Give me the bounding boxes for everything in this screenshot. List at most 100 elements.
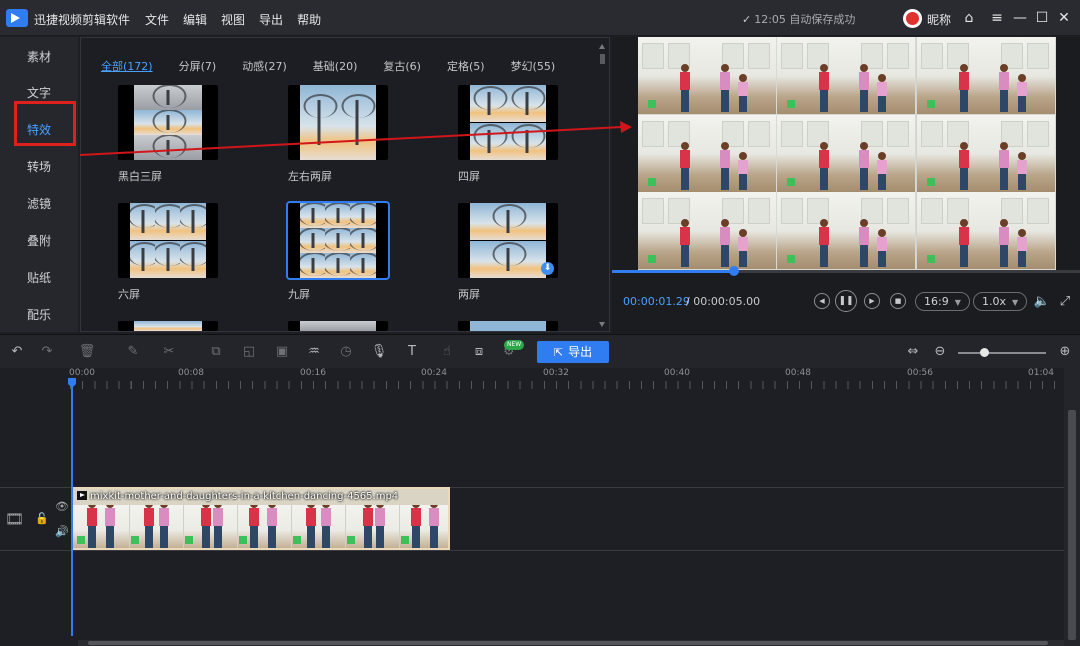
effects-scrollbar-thumb[interactable] (600, 54, 605, 64)
effect-item[interactable]: 六屏 (118, 203, 218, 302)
effect-thumbnail-partial[interactable] (288, 321, 388, 331)
avatar[interactable] (903, 9, 922, 28)
effect-item[interactable]: 黑白三屏 (118, 85, 218, 184)
menu-item-file[interactable]: 文件 (145, 11, 169, 28)
effect-thumbnail-two[interactable]: ⬇ (458, 203, 558, 278)
menu-item-edit[interactable]: 编辑 (183, 11, 207, 28)
playhead[interactable] (71, 378, 73, 636)
zoom-in-icon[interactable]: ⊕ (1056, 343, 1074, 361)
tab-dreamy[interactable]: 梦幻(55) (511, 58, 556, 74)
effect-item[interactable]: 左右两屏 (288, 85, 388, 184)
tab-dynamic[interactable]: 动感(27) (242, 58, 287, 74)
fullscreen-icon[interactable]: ⤢ (1056, 293, 1074, 311)
video-clip[interactable]: mixkit-mother-and-daughters-in-a-kitchen… (71, 487, 450, 550)
scroll-down-icon[interactable] (599, 322, 605, 327)
hamburger-menu-icon[interactable]: ≡ (988, 8, 1006, 28)
split-icon[interactable]: ✂ (160, 343, 178, 361)
effect-thumbnail-bw-three[interactable] (118, 85, 218, 160)
effect-thumbnail-partial[interactable] (458, 321, 558, 331)
export-button[interactable]: ⇱ 导出 (537, 341, 609, 363)
zoom-out-icon[interactable]: ⊖ (931, 343, 949, 361)
picture-in-picture-icon[interactable]: ⧈ (470, 343, 488, 361)
tab-all[interactable]: 全部(172) (101, 58, 153, 74)
sidebar-item-transitions[interactable]: 转场 (0, 158, 78, 175)
sidebar-item-materials[interactable]: 素材 (0, 48, 78, 65)
aspect-ratio-select[interactable]: 16:9 ▼ (915, 292, 970, 311)
effect-thumbnail-nine[interactable] (286, 201, 390, 280)
zoom-slider-handle[interactable] (980, 348, 990, 357)
playback-speed-select[interactable]: 1.0x ▼ (973, 292, 1028, 311)
undo-icon[interactable]: ↶ (8, 343, 26, 361)
nickname[interactable]: 昵称 (927, 11, 951, 28)
prev-frame-icon[interactable]: ◀ (814, 293, 830, 309)
edit-icon[interactable]: ✎ (124, 343, 142, 361)
effect-thumbnail-four[interactable] (458, 85, 558, 160)
effect-thumbnail-left-right[interactable] (288, 85, 388, 160)
timeline-horizontal-scrollbar-thumb[interactable] (88, 641, 1048, 645)
clip-thumbnail-frame (343, 505, 400, 548)
menu-bar: 文件 编辑 视图 导出 帮助 (145, 11, 321, 28)
ruler-label: 00:32 (543, 368, 569, 378)
audio-wave-icon[interactable]: ♒ (305, 343, 323, 361)
effects-scrollbar[interactable] (598, 44, 607, 327)
effect-label: 两屏 (458, 288, 480, 301)
effect-item[interactable]: ⬇ 两屏 (458, 203, 558, 302)
autosave-status: ✓ 12:05 自动保存成功 (742, 11, 855, 27)
ruler-label: 01:04 (1028, 368, 1054, 378)
effect-thumbnail-six[interactable] (118, 203, 218, 278)
tab-freeze[interactable]: 定格(5) (447, 58, 485, 74)
fit-timeline-icon[interactable]: ⇔ (904, 343, 922, 361)
duration-icon[interactable]: ◷ (337, 343, 355, 361)
sidebar-item-filters[interactable]: 滤镜 (0, 195, 78, 212)
home-icon[interactable]: ⌂ (960, 8, 978, 28)
tab-split-screen[interactable]: 分屏(7) (179, 58, 217, 74)
preview-video-nine-grid[interactable] (638, 37, 1056, 270)
effect-thumbnail-partial[interactable] (118, 321, 218, 331)
sidebar-item-text[interactable]: 文字 (0, 84, 78, 101)
download-icon[interactable]: ⬇ (541, 262, 554, 275)
microphone-icon[interactable]: 🎙 (370, 343, 388, 361)
scroll-up-icon[interactable] (599, 44, 605, 49)
timeline-ruler[interactable]: 00:00 00:08 00:16 00:24 00:32 00:40 00:4… (69, 368, 1064, 390)
effect-item-partial[interactable] (458, 321, 558, 331)
close-icon[interactable]: ✕ (1055, 8, 1073, 28)
sidebar-item-stickers[interactable]: 贴纸 (0, 269, 78, 286)
effect-item-partial[interactable] (288, 321, 388, 331)
timeline-vertical-scrollbar-thumb[interactable] (1068, 410, 1076, 640)
mosaic-icon[interactable]: ▣ (273, 343, 291, 361)
next-frame-icon[interactable]: ▶ (864, 293, 880, 309)
redo-icon[interactable]: ↷ (38, 343, 56, 361)
stop-icon[interactable]: ■ (890, 293, 906, 309)
effect-label: 黑白三屏 (118, 170, 162, 183)
timeline-vertical-scrollbar[interactable] (1064, 368, 1080, 646)
preview-progress-fill (612, 270, 734, 273)
timeline-horizontal-scrollbar[interactable] (78, 640, 1064, 646)
menu-item-help[interactable]: 帮助 (297, 11, 321, 28)
delete-icon[interactable]: 🗑 (78, 343, 96, 361)
visibility-eye-icon[interactable]: 👁 (55, 500, 69, 513)
lock-icon[interactable]: 🔓 (35, 512, 49, 525)
menu-item-export[interactable]: 导出 (259, 11, 283, 28)
text-to-speech-icon[interactable]: T (403, 343, 421, 361)
freeze-icon[interactable]: ☝ (438, 343, 456, 361)
annotation-highlight-box (14, 101, 76, 146)
tab-retro[interactable]: 复古(6) (383, 58, 421, 74)
effect-item-selected[interactable]: 九屏 (286, 201, 390, 302)
pause-icon[interactable]: ❚❚ (835, 290, 857, 312)
maximize-icon[interactable]: ☐ (1033, 8, 1051, 28)
effect-item[interactable]: 四屏 (458, 85, 558, 184)
sidebar-item-overlays[interactable]: 叠附 (0, 232, 78, 249)
zoom-slider-track[interactable] (958, 352, 1046, 354)
effect-label: 左右两屏 (288, 170, 332, 183)
rotate-icon[interactable]: ◱ (240, 343, 258, 361)
preview-progress-handle[interactable] (728, 266, 739, 276)
current-time: 00:00:01.29 (623, 295, 690, 308)
volume-icon[interactable]: 🔈 (1033, 293, 1051, 311)
crop-icon[interactable]: ⧉ (207, 343, 225, 361)
sidebar-item-music[interactable]: 配乐 (0, 306, 78, 323)
minimize-icon[interactable]: — (1011, 8, 1029, 28)
track-volume-icon[interactable]: 🔊 (55, 525, 69, 538)
tab-basic[interactable]: 基础(20) (313, 58, 358, 74)
menu-item-view[interactable]: 视图 (221, 11, 245, 28)
effect-item-partial[interactable] (118, 321, 218, 331)
